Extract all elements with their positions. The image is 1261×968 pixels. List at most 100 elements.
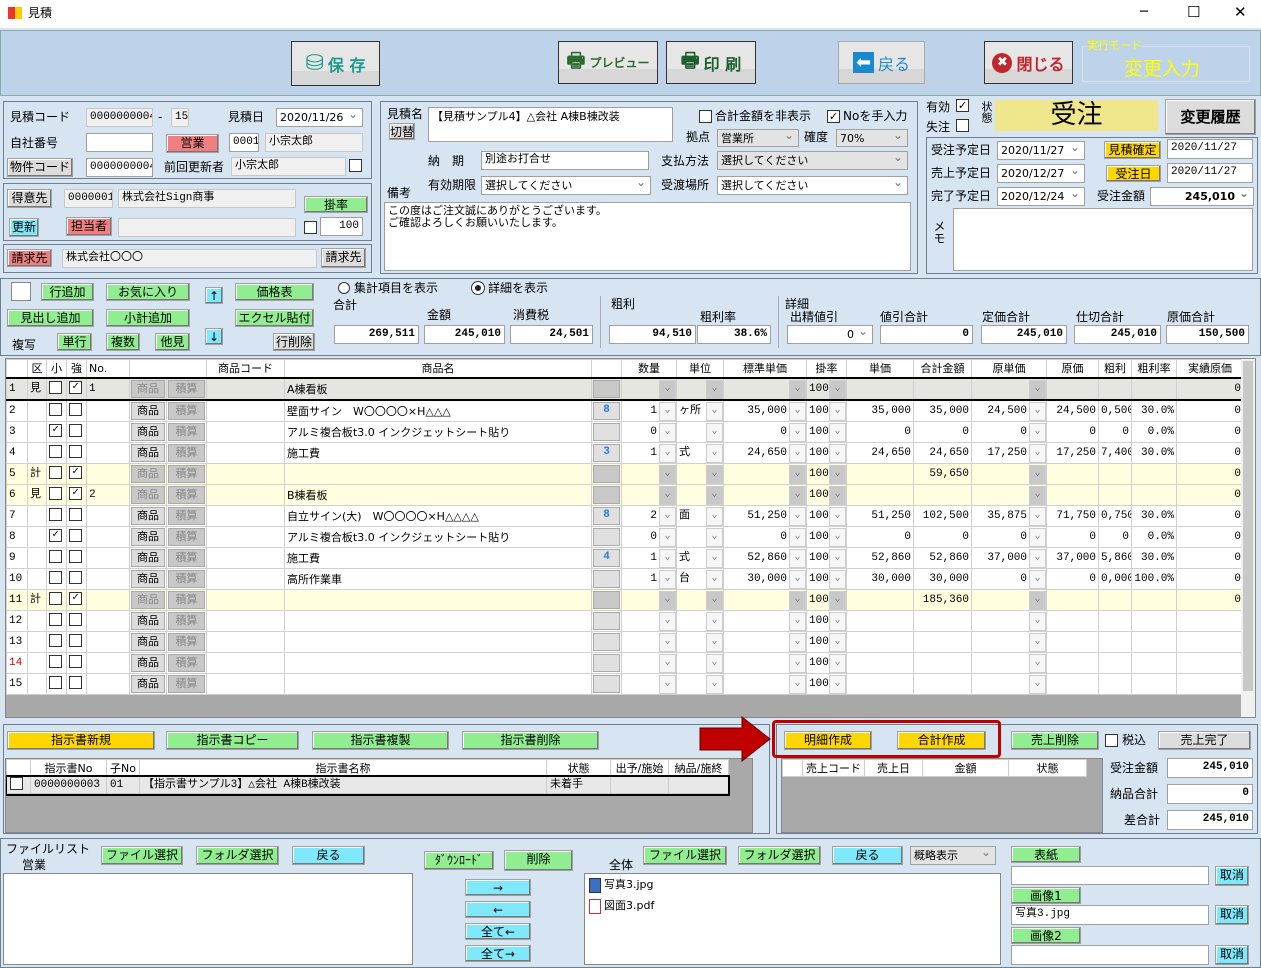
company-no-input[interactable] — [86, 133, 153, 152]
cell-unit[interactable] — [676, 377, 724, 401]
cell-no[interactable] — [86, 631, 130, 653]
table-row[interactable]: 8商品積算アルミ複合板t3.0 インクジェットシート貼り 00100000000… — [6, 526, 1244, 548]
chevron-down-icon[interactable] — [789, 464, 806, 484]
cell-no[interactable] — [86, 568, 130, 590]
strong-checkbox[interactable] — [69, 445, 82, 459]
cell-cost-unit[interactable]: 0 — [971, 421, 1047, 443]
cell-std[interactable] — [723, 652, 807, 674]
small-checkbox[interactable] — [49, 655, 62, 669]
chevron-down-icon[interactable] — [659, 401, 676, 421]
chevron-down-icon[interactable] — [1029, 674, 1046, 694]
cell-total[interactable]: 59,650 — [913, 463, 972, 485]
product-button[interactable]: 商品 — [131, 465, 165, 483]
cell-gross[interactable]: 0,000 — [1098, 568, 1132, 590]
cell-small[interactable] — [46, 526, 67, 548]
chevron-down-icon[interactable] — [706, 443, 723, 463]
chevron-down-icon[interactable] — [659, 632, 676, 652]
cell-no[interactable] — [86, 652, 130, 674]
chevron-down-icon[interactable] — [659, 527, 676, 547]
link-count-button[interactable] — [593, 633, 620, 651]
print-button[interactable]: 🖶 印 刷 — [666, 41, 756, 84]
move-right-button[interactable]: → — [465, 879, 531, 896]
minimize-button[interactable]: ─ — [1140, 4, 1148, 20]
cell-gross_rate[interactable] — [1131, 377, 1177, 401]
chevron-down-icon[interactable] — [706, 527, 723, 547]
cell-code[interactable] — [206, 547, 285, 569]
cell-no[interactable] — [86, 421, 130, 443]
cell-name[interactable]: 施工費 — [284, 547, 592, 569]
cell-no[interactable] — [86, 589, 130, 611]
table-row[interactable]: 9商品積算施工費41式52,86010052,86052,86037,00037… — [6, 547, 1244, 569]
sales-complete-button[interactable]: 売上完了 — [1158, 731, 1251, 750]
chevron-down-icon[interactable] — [829, 674, 846, 694]
validity-select[interactable]: 選択してください — [481, 176, 651, 195]
cell-qty[interactable] — [621, 631, 677, 653]
cell-unit[interactable]: 式 — [676, 442, 724, 464]
cell-small[interactable] — [46, 442, 67, 464]
cell-unit[interactable] — [676, 589, 724, 611]
cell-unit[interactable] — [676, 421, 724, 443]
chevron-down-icon[interactable] — [789, 653, 806, 673]
chevron-down-icon[interactable] — [1029, 401, 1046, 421]
instruction-delete-button[interactable]: 指示書削除 — [462, 731, 599, 750]
table-row[interactable]: 2 商品積算 壁面サイン W〇〇〇〇×H△△△8 1 ヶ所 35,000 100 35,000… — [6, 399, 1244, 422]
table-row[interactable]: 4商品積算施工費31式24,65010024,65024,65017,25017… — [6, 442, 1244, 464]
chevron-down-icon[interactable] — [829, 548, 846, 568]
chevron-down-icon[interactable] — [706, 569, 723, 589]
cell-gross[interactable] — [1098, 377, 1132, 401]
strong-checkbox[interactable] — [69, 592, 82, 606]
file-item[interactable]: 写真3.jpg — [585, 874, 1000, 895]
cell-name[interactable]: 自立サイン(大) W〇〇〇〇×H△△△△ — [284, 505, 592, 527]
cell-std[interactable] — [723, 484, 807, 506]
file-item[interactable]: 図面3.pdf — [585, 895, 1000, 916]
cell-std[interactable] — [723, 463, 807, 485]
cell-rate[interactable]: 100 — [806, 631, 847, 653]
table-row[interactable]: 3商品積算アルミ複合板t3.0 インクジェットシート貼り 00100000000… — [6, 421, 1244, 443]
cell-qty[interactable] — [621, 377, 677, 401]
hide-total-checkbox[interactable] — [699, 110, 712, 123]
cell-gross_rate[interactable]: 0.0% — [1131, 421, 1177, 443]
cell-cost[interactable]: 71,750 — [1046, 505, 1099, 527]
product-button[interactable]: 商品 — [131, 633, 165, 651]
cell-strong[interactable] — [66, 484, 87, 506]
cell-actual[interactable] — [1176, 631, 1244, 653]
link-count-button[interactable] — [593, 570, 620, 588]
rate-checkbox[interactable] — [304, 221, 317, 234]
cell-std[interactable]: 35,000 — [723, 399, 807, 422]
cell-unit[interactable] — [676, 484, 724, 506]
cell-price[interactable] — [846, 610, 914, 632]
cell-price[interactable]: 35,000 — [846, 399, 914, 422]
cell-total[interactable]: 102,500 — [913, 505, 972, 527]
valid-checkbox[interactable] — [956, 99, 969, 112]
cell-code[interactable] — [206, 631, 285, 653]
cell-kind[interactable]: 見 — [27, 484, 47, 506]
cell-std[interactable] — [723, 377, 807, 401]
person-button[interactable]: 担当者 — [66, 217, 112, 236]
cell-gross[interactable]: 0,750 — [1098, 505, 1132, 527]
cell-kind[interactable] — [27, 421, 47, 443]
cell-small[interactable] — [46, 463, 67, 485]
cell-gross_rate[interactable] — [1131, 484, 1177, 506]
cell-std[interactable] — [723, 673, 807, 695]
staff-code-input[interactable]: 0001 — [229, 133, 259, 152]
chevron-down-icon[interactable] — [706, 422, 723, 442]
small-checkbox[interactable] — [49, 571, 62, 585]
cell-rate[interactable]: 100 — [806, 526, 847, 548]
cell-no[interactable] — [86, 547, 130, 569]
cell-name[interactable]: 施工費 — [284, 442, 592, 464]
price-table-button[interactable]: 価格表 — [235, 283, 314, 301]
cell-code[interactable] — [206, 568, 285, 590]
image2-input[interactable] — [1011, 945, 1209, 965]
strong-checkbox[interactable] — [69, 466, 82, 480]
link-count-button[interactable] — [593, 423, 620, 441]
cell-total[interactable] — [913, 610, 972, 632]
cell-strong[interactable] — [66, 463, 87, 485]
cover-button[interactable]: 表紙 — [1011, 846, 1081, 863]
small-checkbox[interactable] — [49, 424, 62, 438]
cell-actual[interactable]: 0 — [1176, 589, 1244, 611]
link-count-button[interactable]: 8 — [593, 402, 620, 420]
cell-strong[interactable] — [66, 631, 87, 653]
cell-actual[interactable]: 0 — [1176, 399, 1244, 422]
calc-button[interactable]: 積算 — [168, 507, 205, 525]
chevron-down-icon[interactable] — [829, 527, 846, 547]
